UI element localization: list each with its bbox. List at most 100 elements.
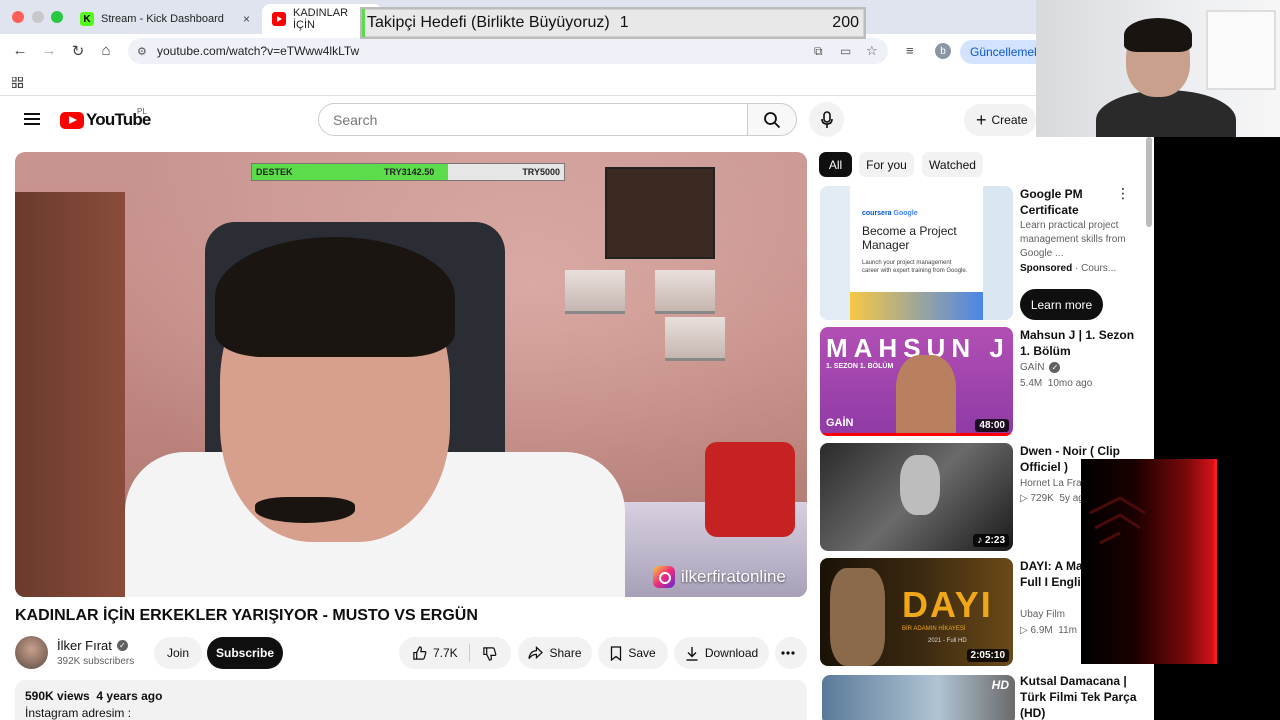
overlay-logo-icon — [1089, 496, 1146, 545]
bookmarks-bar — [0, 68, 1036, 96]
ad-thumb-body: Launch your project management career wi… — [862, 260, 968, 274]
view-count: 590K views — [25, 689, 90, 703]
channel-name[interactable]: İlker Fırat ✓ — [57, 638, 128, 653]
video-title-link[interactable]: Mahsun J | 1. Sezon 1. Bölüm — [1020, 327, 1140, 359]
video-player[interactable]: DESTEK TRY3142.50 TRY5000 ilkerfiratonli… — [15, 152, 807, 597]
channel-name-text: İlker Fırat — [57, 638, 112, 653]
minimize-window-button[interactable] — [32, 11, 44, 23]
upload-age: 4 years ago — [96, 689, 163, 703]
video-frame-pillow — [705, 442, 795, 537]
chip-watched[interactable]: Watched — [922, 152, 983, 177]
ad-thumb-side — [983, 186, 1013, 320]
watermark-text: ilkerfiratonline — [681, 567, 786, 586]
share-arrow-icon — [528, 646, 544, 660]
video-channel[interactable]: Ubay Film — [1020, 609, 1065, 620]
voice-search-button[interactable] — [809, 102, 844, 137]
share-button[interactable]: Share — [518, 637, 592, 669]
chip-for-you[interactable]: For you — [859, 152, 914, 177]
download-icon — [686, 646, 698, 661]
screen: K Stream - Kick Dashboard × KADINLAR İÇİ… — [0, 0, 1280, 720]
video-frame-hair — [215, 237, 455, 357]
video-frame-shelf — [655, 270, 715, 314]
follower-goal-overlay: Takipçi Hedefi (Birlikte Büyüyoruz) 1 20… — [360, 7, 866, 39]
video-frame-poster — [605, 167, 715, 259]
microphone-icon — [820, 110, 833, 128]
close-window-button[interactable] — [12, 11, 24, 23]
ad-menu-icon[interactable]: ⋮ — [1116, 186, 1130, 200]
home-icon[interactable]: ⌂ — [97, 42, 115, 59]
save-label: Save — [628, 646, 656, 660]
video-frame-shelf — [565, 270, 625, 314]
tab-kick-dashboard[interactable]: K Stream - Kick Dashboard × — [70, 4, 258, 34]
dislike-thumb-icon[interactable] — [482, 646, 497, 661]
reload-icon[interactable]: ↻ — [69, 42, 87, 60]
apps-grid-icon[interactable] — [12, 77, 23, 88]
video-duration: ♪ 2:23 — [973, 534, 1009, 547]
video-title-link[interactable]: Kutsal Damacana | Türk Filmi Tek Parça (… — [1020, 673, 1140, 720]
install-app-icon[interactable]: ▭ — [840, 44, 851, 58]
video-thumbnail[interactable]: HD — [822, 675, 1015, 720]
chip-all[interactable]: All — [819, 152, 852, 177]
more-horizontal-icon — [781, 651, 795, 655]
address-bar[interactable]: ⚙ youtube.com/watch?v=eTWww4lkLTw ⧉ ▭ ☆ — [128, 38, 888, 64]
sidebar-scrollbar[interactable] — [1146, 137, 1152, 227]
stats-sound-icon: ▷ — [1020, 493, 1028, 504]
ad-description: Learn practical project management skill… — [1020, 220, 1126, 259]
youtube-header: YouTube PL Search + Create — [0, 97, 1154, 143]
video-frame-mustache — [255, 497, 355, 523]
coursera-logo: coursera Google — [862, 210, 918, 217]
menu-icon[interactable] — [24, 113, 40, 125]
video-stats: ▷ 6.9M 11m — [1020, 625, 1077, 636]
video-thumbnail[interactable]: ♪ 2:23 — [820, 443, 1013, 551]
bookmark-star-icon[interactable]: ☆ — [866, 43, 878, 59]
search-input[interactable]: Search — [318, 103, 748, 136]
close-tab-icon[interactable]: × — [243, 12, 250, 26]
description-box[interactable]: 590K views 4 years ago İnstagram adresim… — [15, 680, 807, 720]
translate-icon[interactable]: ⧉ — [814, 44, 823, 59]
download-button[interactable]: Download — [674, 637, 769, 669]
video-duration: 48:00 — [975, 419, 1009, 432]
search-button[interactable] — [747, 103, 797, 136]
forward-arrow-icon[interactable]: → — [40, 42, 58, 59]
video-channel[interactable]: Hornet La Frap — [1020, 478, 1087, 489]
thumb-brand: GAİN — [826, 417, 854, 429]
zoom-window-button[interactable] — [51, 11, 63, 23]
profile-avatar[interactable]: b — [935, 43, 951, 59]
channel-avatar[interactable] — [15, 636, 48, 669]
back-arrow-icon[interactable]: ← — [11, 42, 29, 59]
hd-badge: HD — [991, 678, 1009, 692]
ad-thumbnail[interactable]: coursera Google Become a Project Manager… — [820, 186, 1013, 320]
verified-check-icon: ✓ — [1049, 362, 1061, 373]
ad-thumb-stripe — [850, 292, 983, 320]
subscribe-button[interactable]: Subscribe — [207, 637, 283, 669]
thumb-big-text: DAYI — [902, 584, 993, 625]
site-settings-icon[interactable]: ⚙ — [137, 45, 147, 58]
save-button[interactable]: Save — [598, 637, 668, 669]
ad-thumb-side — [820, 186, 850, 320]
video-thumbnail[interactable]: DAYI BİR ADAMIN HİKAYESİ 2021 - Full HD … — [820, 558, 1013, 666]
like-count[interactable]: 7.7K — [433, 646, 458, 660]
video-frame-shelf — [665, 317, 725, 361]
reading-list-icon[interactable]: ≡ — [906, 43, 914, 58]
verified-check-icon: ✓ — [116, 640, 128, 651]
ad-sponsor-line: Sponsored · Cours... — [1020, 263, 1117, 274]
learn-more-button[interactable]: Learn more — [1020, 289, 1103, 320]
goal-progress-fill — [362, 9, 365, 37]
join-button[interactable]: Join — [154, 637, 202, 669]
create-button[interactable]: + Create — [964, 104, 1036, 136]
thumb-person — [830, 568, 885, 666]
thumb-tag: 2021 - Full HD — [928, 638, 967, 644]
thumb-small-text: 1. SEZON 1. BÖLÜM — [826, 363, 894, 370]
more-actions-button[interactable] — [775, 637, 807, 669]
update-browser-button[interactable]: Güncellemek — [960, 40, 1040, 64]
url-text: youtube.com/watch?v=eTWww4lkLTw — [157, 44, 360, 58]
watch-progress-bar — [820, 433, 1013, 436]
video-title: KADINLAR İÇİN ERKEKLER YARIŞIYOR - MUSTO… — [15, 607, 478, 624]
support-current: TRY3142.50 — [384, 167, 435, 177]
like-thumb-icon[interactable] — [412, 645, 427, 661]
support-target: TRY5000 — [522, 167, 560, 177]
webcam-window — [1206, 10, 1276, 90]
video-thumbnail[interactable]: MAHSUN J 1. SEZON 1. BÖLÜM GAİN 48:00 — [820, 327, 1013, 436]
video-stats: ▷ 729K 5y ag — [1020, 493, 1084, 504]
video-channel[interactable]: GAİN ✓ — [1020, 362, 1061, 373]
